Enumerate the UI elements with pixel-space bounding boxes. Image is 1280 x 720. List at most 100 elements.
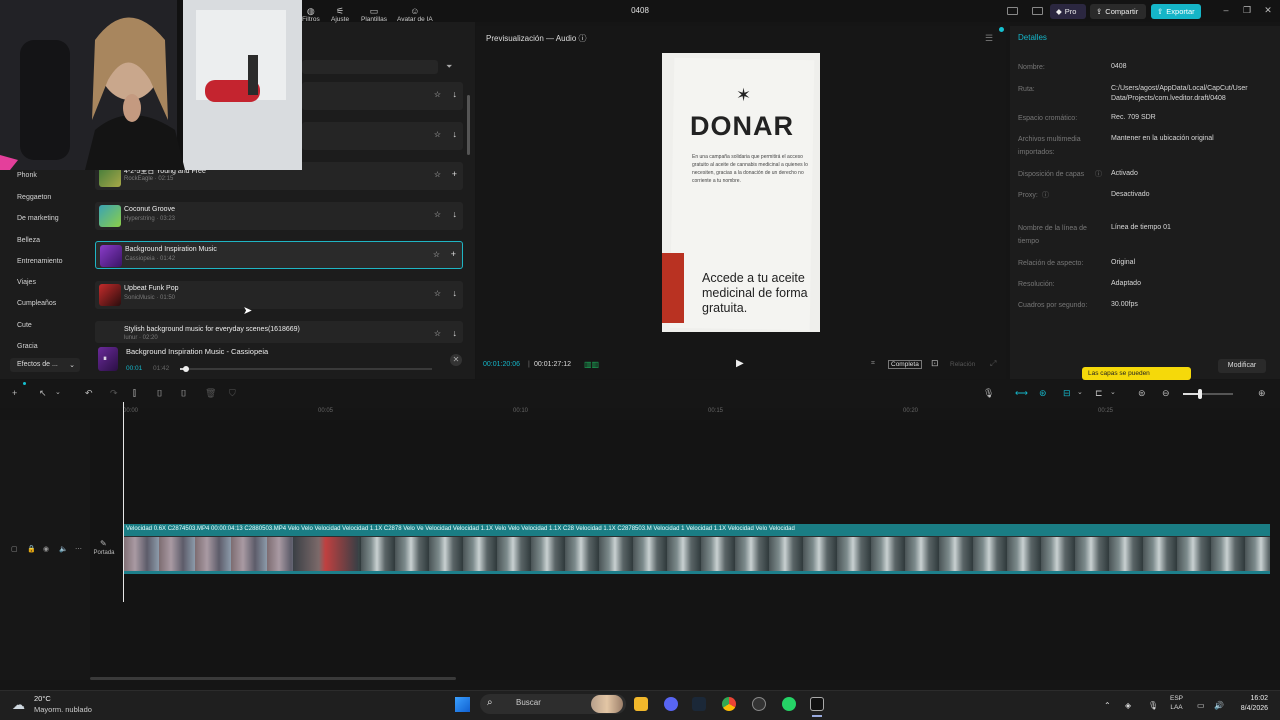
- crop-icon[interactable]: ⌗: [871, 360, 875, 368]
- magnet-icon[interactable]: ⊛: [1039, 388, 1047, 399]
- ratio-button[interactable]: Relación: [950, 361, 975, 368]
- preview-axis-icon[interactable]: ⊏: [1095, 388, 1103, 399]
- filter-icon[interactable]: ⏷: [446, 62, 452, 72]
- speaker-icon[interactable]: 🔈: [59, 545, 68, 553]
- zoom-out-icon[interactable]: ⊖: [1162, 388, 1170, 399]
- category-more-dropdown[interactable]: Efectos de ... ⌄: [10, 358, 80, 372]
- language-indicator[interactable]: ESP LAA: [1170, 694, 1183, 712]
- star-icon[interactable]: ☆: [434, 170, 441, 179]
- microphone-icon[interactable]: 🎙: [1148, 701, 1158, 710]
- discord-icon[interactable]: [664, 697, 678, 711]
- playhead[interactable]: [123, 402, 124, 602]
- lock-icon[interactable]: 🔒: [27, 545, 36, 553]
- category-phonk[interactable]: Phonk: [17, 172, 37, 179]
- weather-desc[interactable]: Mayorm. nublado: [34, 705, 92, 714]
- add-icon[interactable]: +: [451, 249, 456, 259]
- monitor-icon[interactable]: ▭: [1197, 701, 1205, 710]
- chevron-down-icon[interactable]: ⌄: [55, 388, 61, 396]
- volume-icon[interactable]: 🔊: [1214, 701, 1224, 710]
- zoom-slider-handle[interactable]: [1198, 389, 1202, 399]
- delete-icon[interactable]: 🗑: [205, 388, 216, 399]
- music-search-input[interactable]: [302, 60, 438, 74]
- fullscreen-icon[interactable]: ⤢: [990, 359, 996, 369]
- tab-adjust[interactable]: ⚟ Ajuste: [331, 6, 349, 23]
- app-icon[interactable]: [752, 697, 766, 711]
- modify-button[interactable]: Modificar: [1218, 359, 1266, 373]
- zoom-fit-icon[interactable]: ⊕: [1258, 388, 1266, 399]
- timeline-scrollbar[interactable]: [90, 677, 456, 680]
- category-reggaeton[interactable]: Reggaeton: [17, 194, 51, 201]
- download-icon[interactable]: ↓: [453, 89, 458, 99]
- player-progress-handle[interactable]: [183, 366, 189, 372]
- star-icon[interactable]: ☆: [434, 90, 441, 99]
- clip-segment[interactable]: [293, 537, 358, 571]
- star-icon[interactable]: ☆: [434, 289, 441, 298]
- tab-ai-avatar[interactable]: ☺ Avatar de IA: [397, 6, 433, 23]
- capcut-icon[interactable]: [810, 697, 824, 711]
- windows-start-icon[interactable]: [455, 697, 470, 712]
- tab-filters[interactable]: ◍ Filtros: [302, 6, 320, 23]
- shield-icon[interactable]: ⛉: [229, 388, 236, 399]
- category-travel[interactable]: Viajes: [17, 279, 36, 286]
- star-icon[interactable]: ☆: [434, 329, 441, 338]
- eye-icon[interactable]: ◉: [43, 545, 49, 553]
- player-progress-track[interactable]: [180, 368, 432, 370]
- network-app-icon[interactable]: ◈: [1125, 701, 1131, 710]
- category-training[interactable]: Entrenamiento: [17, 258, 63, 265]
- split-icon[interactable]: ⫿: [133, 388, 136, 399]
- snap-icon[interactable]: ⊟: [1063, 388, 1071, 399]
- list-item[interactable]: Coconut Groove Hyperstring · 03:23 ☆ ↓: [95, 202, 463, 230]
- scrollbar[interactable]: [467, 95, 470, 155]
- close-icon[interactable]: ✕: [450, 354, 462, 366]
- track-toggle-icon[interactable]: ▢: [11, 545, 18, 553]
- list-item[interactable]: Stylish background music for everyday sc…: [95, 321, 463, 343]
- share-button[interactable]: ⇪ Compartir: [1090, 4, 1146, 19]
- redo-icon[interactable]: ↷: [110, 388, 118, 399]
- chevron-down-icon[interactable]: ⌄: [1077, 388, 1083, 396]
- star-icon[interactable]: ☆: [433, 250, 440, 259]
- full-quality-button[interactable]: Completa: [888, 360, 922, 369]
- menu-icon[interactable]: ☰: [985, 33, 993, 44]
- star-icon[interactable]: ☆: [434, 130, 441, 139]
- category-birthday[interactable]: Cumpleaños: [17, 300, 56, 307]
- category-cute[interactable]: Cute: [17, 322, 32, 329]
- trim-left-icon[interactable]: ⌷: [157, 388, 162, 399]
- list-item[interactable]: ☆ ↓: [302, 82, 463, 110]
- caption-icon[interactable]: ⊜: [1138, 388, 1146, 399]
- screenshot-icon[interactable]: ⊡: [931, 358, 939, 369]
- microphone-icon[interactable]: 🎙: [983, 388, 994, 399]
- whatsapp-icon[interactable]: [782, 697, 796, 711]
- star-icon[interactable]: ☆: [434, 210, 441, 219]
- steam-icon[interactable]: [692, 697, 706, 711]
- trim-right-icon[interactable]: ⌷: [181, 388, 186, 399]
- play-button[interactable]: ▶: [736, 358, 744, 369]
- download-icon[interactable]: ↓: [453, 209, 458, 219]
- minimize-icon[interactable]: –: [1221, 5, 1231, 15]
- pro-button[interactable]: ◆ Pro: [1050, 4, 1086, 19]
- file-explorer-icon[interactable]: [634, 697, 648, 711]
- layout-icon[interactable]: [1007, 7, 1018, 15]
- close-icon[interactable]: ✕: [1263, 5, 1273, 15]
- add-icon[interactable]: +: [452, 169, 457, 179]
- chevron-up-icon[interactable]: ⌃: [1104, 701, 1111, 710]
- cover-label[interactable]: Portada: [90, 550, 118, 556]
- category-marketing[interactable]: De marketing: [17, 215, 59, 222]
- category-grace[interactable]: Gracia: [17, 343, 38, 350]
- clock[interactable]: 16:02 8/4/2026: [1232, 694, 1268, 714]
- download-icon[interactable]: ↓: [453, 288, 458, 298]
- more-icon[interactable]: ⋯: [75, 545, 82, 553]
- maximize-icon[interactable]: ❐: [1242, 5, 1252, 15]
- undo-icon[interactable]: ↶: [85, 388, 93, 399]
- chrome-icon[interactable]: [722, 697, 736, 711]
- add-icon[interactable]: +: [12, 388, 17, 398]
- list-item[interactable]: ☆ ↓: [302, 122, 463, 150]
- chevron-down-icon[interactable]: ⌄: [1110, 388, 1116, 396]
- tab-templates[interactable]: ▭ Plantillas: [361, 6, 387, 23]
- edit-icon[interactable]: ✎: [100, 539, 107, 548]
- export-button[interactable]: ⇧ Exportar: [1151, 4, 1201, 19]
- layout-list-icon[interactable]: [1032, 7, 1043, 15]
- cursor-icon[interactable]: ↖: [39, 388, 47, 399]
- download-icon[interactable]: ↓: [453, 328, 458, 338]
- weather-temp[interactable]: 20°C: [34, 694, 51, 703]
- category-beauty[interactable]: Belleza: [17, 237, 40, 244]
